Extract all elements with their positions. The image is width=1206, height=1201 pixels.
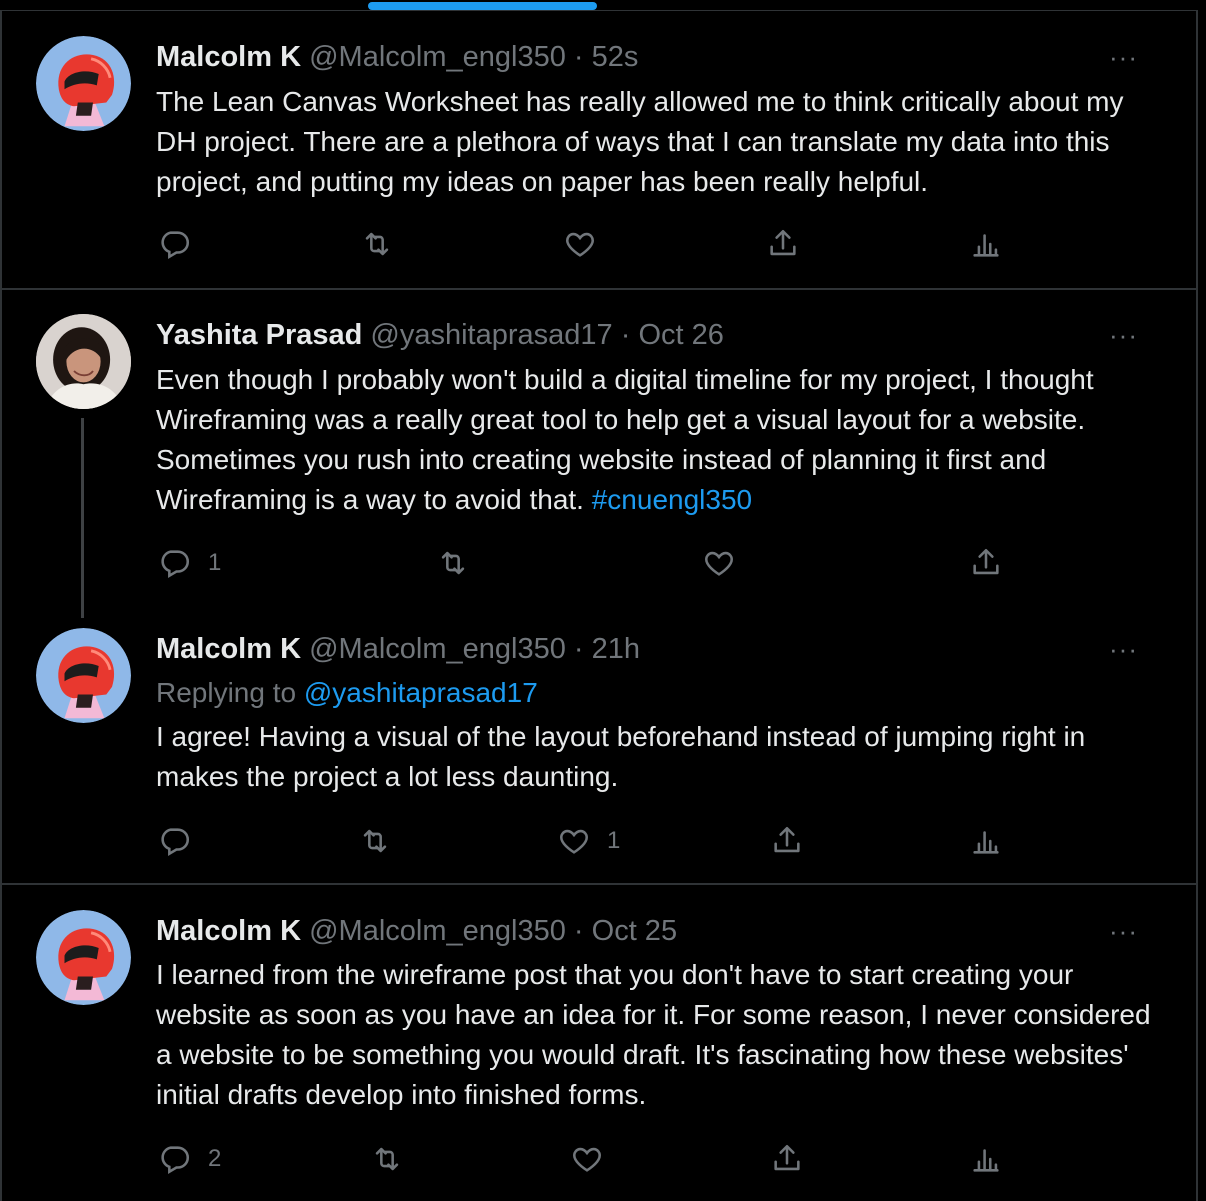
share-icon <box>766 227 800 261</box>
share-icon <box>770 824 804 858</box>
reply-count: 2 <box>208 1145 222 1172</box>
retweet-button[interactable] <box>370 1142 420 1176</box>
reply-button[interactable] <box>158 824 208 858</box>
share-icon <box>770 1142 804 1176</box>
profile-photo <box>36 314 131 409</box>
heart-icon <box>570 1142 604 1176</box>
share-icon <box>969 546 1003 580</box>
separator-dot: · <box>620 319 631 351</box>
heart-icon <box>557 824 591 858</box>
timestamp[interactable]: Oct 26 <box>638 319 723 351</box>
retweet-icon <box>370 1142 404 1176</box>
avatar[interactable] <box>36 628 131 723</box>
avatar[interactable] <box>36 314 131 409</box>
more-options-button[interactable]: ··· <box>1109 916 1138 947</box>
like-button[interactable]: 1 <box>557 824 620 858</box>
more-options-button[interactable]: ··· <box>1109 320 1138 351</box>
separator-dot: · <box>573 633 584 665</box>
tweet-header: Malcolm K @Malcolm_engl350 · Oct 25 <box>156 914 677 948</box>
author-name[interactable]: Malcolm K <box>156 915 301 947</box>
retweet-icon <box>360 227 394 261</box>
reply-button[interactable] <box>158 227 208 261</box>
separator-dot: · <box>573 41 584 73</box>
author-handle[interactable]: @yashitaprasad17 <box>370 319 612 351</box>
like-count: 1 <box>607 827 621 854</box>
tweet-header: Malcolm K @Malcolm_engl350 · 52s <box>156 40 638 74</box>
helmet-avatar-icon <box>36 628 131 723</box>
share-button[interactable] <box>770 1142 804 1176</box>
tweet-divider <box>0 883 1198 885</box>
analytics-icon <box>969 1142 1003 1176</box>
more-options-button[interactable]: ··· <box>1109 42 1138 73</box>
tweet-text: Even though I probably won't build a dig… <box>156 360 1166 520</box>
active-tab-indicator <box>368 2 597 10</box>
more-options-button[interactable]: ··· <box>1109 634 1138 665</box>
like-button[interactable] <box>570 1142 620 1176</box>
tweet-header: Yashita Prasad @yashitaprasad17 · Oct 26 <box>156 318 724 352</box>
author-handle[interactable]: @Malcolm_engl350 <box>309 41 566 73</box>
analytics-icon <box>969 227 1003 261</box>
reply-icon <box>158 1142 192 1176</box>
helmet-avatar-icon <box>36 910 131 1005</box>
tweet-text: I agree! Having a visual of the layout b… <box>156 721 1086 792</box>
replying-to-handle[interactable]: @yashitaprasad17 <box>304 677 538 708</box>
retweet-icon <box>436 546 470 580</box>
like-button[interactable] <box>702 546 752 580</box>
analytics-icon <box>969 824 1003 858</box>
tweet-divider <box>0 288 1198 290</box>
replying-to-line: Replying to @yashitaprasad17 <box>156 676 538 710</box>
reply-icon <box>158 824 192 858</box>
like-button[interactable] <box>563 227 613 261</box>
author-handle[interactable]: @Malcolm_engl350 <box>309 915 566 947</box>
reply-icon <box>158 546 192 580</box>
avatar[interactable] <box>36 910 131 1005</box>
tweet-text: The Lean Canvas Worksheet has really all… <box>156 86 1124 197</box>
heart-icon <box>563 227 597 261</box>
hashtag-link[interactable]: #cnuengl350 <box>592 484 752 515</box>
reply-button[interactable]: 1 <box>158 546 221 580</box>
retweet-button[interactable] <box>436 546 486 580</box>
analytics-button[interactable] <box>969 824 1003 858</box>
helmet-avatar-icon <box>36 36 131 131</box>
share-button[interactable] <box>770 824 804 858</box>
analytics-button[interactable] <box>969 1142 1003 1176</box>
avatar[interactable] <box>36 36 131 131</box>
reply-count: 1 <box>208 549 222 576</box>
author-name[interactable]: Malcolm K <box>156 41 301 73</box>
replying-prefix: Replying to <box>156 677 297 708</box>
share-button[interactable] <box>766 227 800 261</box>
separator-dot: · <box>573 915 584 947</box>
tweet-header: Malcolm K @Malcolm_engl350 · 21h <box>156 632 640 666</box>
author-handle[interactable]: @Malcolm_engl350 <box>309 633 566 665</box>
timestamp[interactable]: 52s <box>592 41 639 73</box>
retweet-icon <box>358 824 392 858</box>
reply-button[interactable]: 2 <box>158 1142 221 1176</box>
analytics-button[interactable] <box>969 227 1003 261</box>
retweet-button[interactable] <box>360 227 410 261</box>
timestamp[interactable]: Oct 25 <box>592 915 677 947</box>
timestamp[interactable]: 21h <box>592 633 640 665</box>
share-button[interactable] <box>969 546 1003 580</box>
retweet-button[interactable] <box>358 824 408 858</box>
author-name[interactable]: Yashita Prasad <box>156 319 362 351</box>
thread-connector-line <box>81 418 84 618</box>
tweet-text: I learned from the wireframe post that y… <box>156 959 1151 1110</box>
author-name[interactable]: Malcolm K <box>156 633 301 665</box>
heart-icon <box>702 546 736 580</box>
reply-icon <box>158 227 192 261</box>
